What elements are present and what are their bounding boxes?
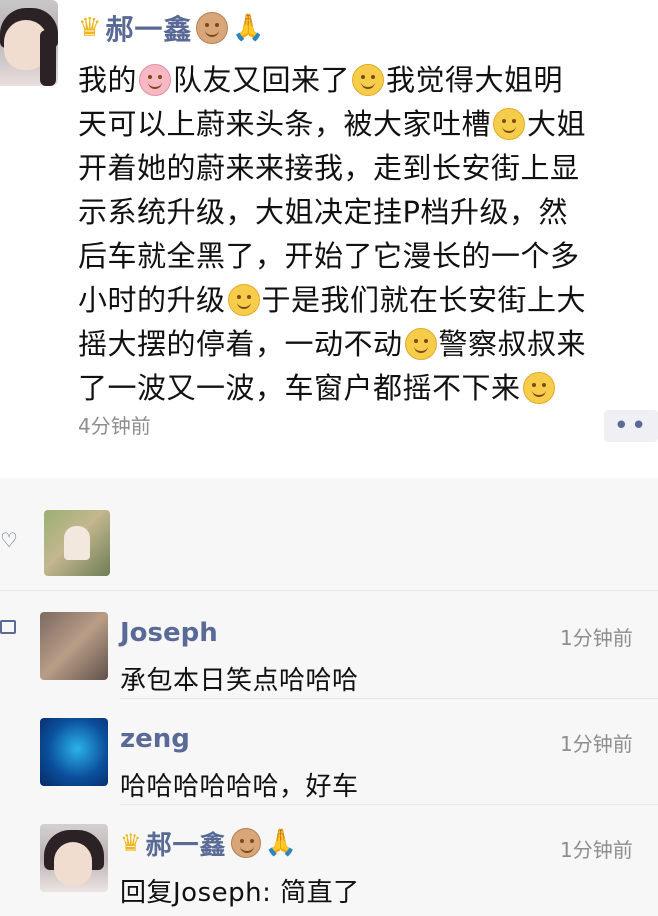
comment-text: 哈哈哈哈哈哈，好车 (120, 772, 359, 802)
comments-section: ♡ Joseph 1分钟前 承包本日笑点哈哈哈 zeng 1分钟前 哈哈哈哈哈哈… (0, 478, 658, 916)
pray-icon: 🙏 (232, 13, 265, 43)
commenter-name[interactable]: zeng (120, 724, 190, 754)
likes-divider (0, 590, 658, 591)
monkey-icon (196, 12, 229, 44)
post-text-segment: 了一波又一波，车窗户都摇不下来 (78, 371, 521, 405)
commenter-name[interactable]: Joseph (120, 618, 218, 648)
commenter-avatar[interactable] (40, 718, 108, 786)
post-text-line: 了一波又一波，车窗户都摇不下来 (78, 366, 658, 410)
grin-emoji-icon (352, 64, 385, 96)
moments-post: ♛ 郝一鑫 🙏 我的 队友又回来了 我觉得大姐明天可以上蔚来头条，被大家吐槽 大姐开着… (0, 0, 658, 478)
post-text-segment: 于是我们就在长安街上大 (261, 283, 587, 317)
more-actions-button[interactable]: •• (604, 410, 658, 442)
smile-emoji-icon (227, 284, 260, 316)
post-text-segment: 我的 (78, 63, 138, 97)
comment-text: 回复Joseph: 简直了 (120, 878, 360, 908)
author-name-row: ♛ 郝一鑫 🙏 (78, 6, 265, 50)
post-text-line: 后车就全黑了，开始了它漫长的一个多 (78, 234, 658, 278)
post-text-segment: 后车就全黑了，开始了它漫长的一个多 (78, 239, 580, 273)
heart-icon: ♡ (0, 528, 18, 552)
post-text-segment: 小时的升级 (78, 283, 226, 317)
post-body-text: 我的 队友又回来了 我觉得大姐明天可以上蔚来头条，被大家吐槽 大姐开着她的蔚来来接我，… (78, 58, 658, 410)
post-text-segment: 我觉得大姐明 (386, 63, 564, 97)
smile-emoji-icon (522, 372, 555, 404)
post-text-segment: 开着她的蔚来来接我，走到长安街上显 (78, 151, 580, 185)
like-avatar[interactable] (44, 510, 110, 576)
author-avatar[interactable] (0, 0, 58, 86)
post-text-line: 摇大摆的停着，一动不动 警察叔叔来 (78, 322, 658, 366)
comment-item[interactable]: zeng 1分钟前 哈哈哈哈哈哈，好车 (0, 698, 658, 805)
smile-emoji-icon (493, 108, 526, 140)
crown-icon: ♛ (78, 13, 102, 43)
comment-time: 1分钟前 (560, 838, 633, 862)
pig-emoji-icon (139, 64, 172, 96)
post-text-segment: 队友又回来了 (173, 63, 351, 97)
post-text-line: 开着她的蔚来来接我，走到长安街上显 (78, 146, 658, 190)
monkey-icon (230, 828, 261, 858)
smile-emoji-icon (404, 328, 437, 360)
post-text-line: 天可以上蔚来头条，被大家吐槽 大姐 (78, 102, 658, 146)
post-text-segment: 摇大摆的停着，一动不动 (78, 327, 403, 361)
pray-icon: 🙏 (264, 828, 297, 858)
post-text-line: 示系统升级，大姐决定挂P档升级，然 (78, 190, 658, 234)
comment-item[interactable]: Joseph 1分钟前 承包本日笑点哈哈哈 (0, 592, 658, 699)
post-text-line: 小时的升级 于是我们就在长安街上大 (78, 278, 658, 322)
post-text-segment: 警察叔叔来 (438, 327, 587, 361)
crown-icon: ♛ (120, 829, 142, 857)
post-text-line: 我的 队友又回来了 我觉得大姐明 (78, 58, 658, 102)
comment-time: 1分钟前 (560, 626, 633, 650)
author-name[interactable]: 郝一鑫 (105, 8, 192, 48)
comment-item[interactable]: ♛ 郝一鑫 🙏 1分钟前 回复Joseph: 简直了 (0, 804, 658, 908)
post-timestamp: 4分钟前 (78, 414, 151, 438)
commenter-avatar[interactable] (40, 824, 108, 892)
post-text-segment: 天可以上蔚来头条，被大家吐槽 (78, 107, 492, 141)
commenter-name-row: ♛ 郝一鑫 🙏 (120, 822, 297, 864)
post-text-segment: 示系统升级，大姐决定挂P档升级，然 (78, 195, 568, 229)
commenter-avatar[interactable] (40, 612, 108, 680)
comment-text: 承包本日笑点哈哈哈 (120, 666, 359, 696)
comment-time: 1分钟前 (560, 732, 633, 756)
commenter-name[interactable]: 郝一鑫 (146, 825, 227, 862)
post-text-segment: 大姐 (527, 107, 587, 141)
likes-row: ♡ (0, 492, 658, 576)
